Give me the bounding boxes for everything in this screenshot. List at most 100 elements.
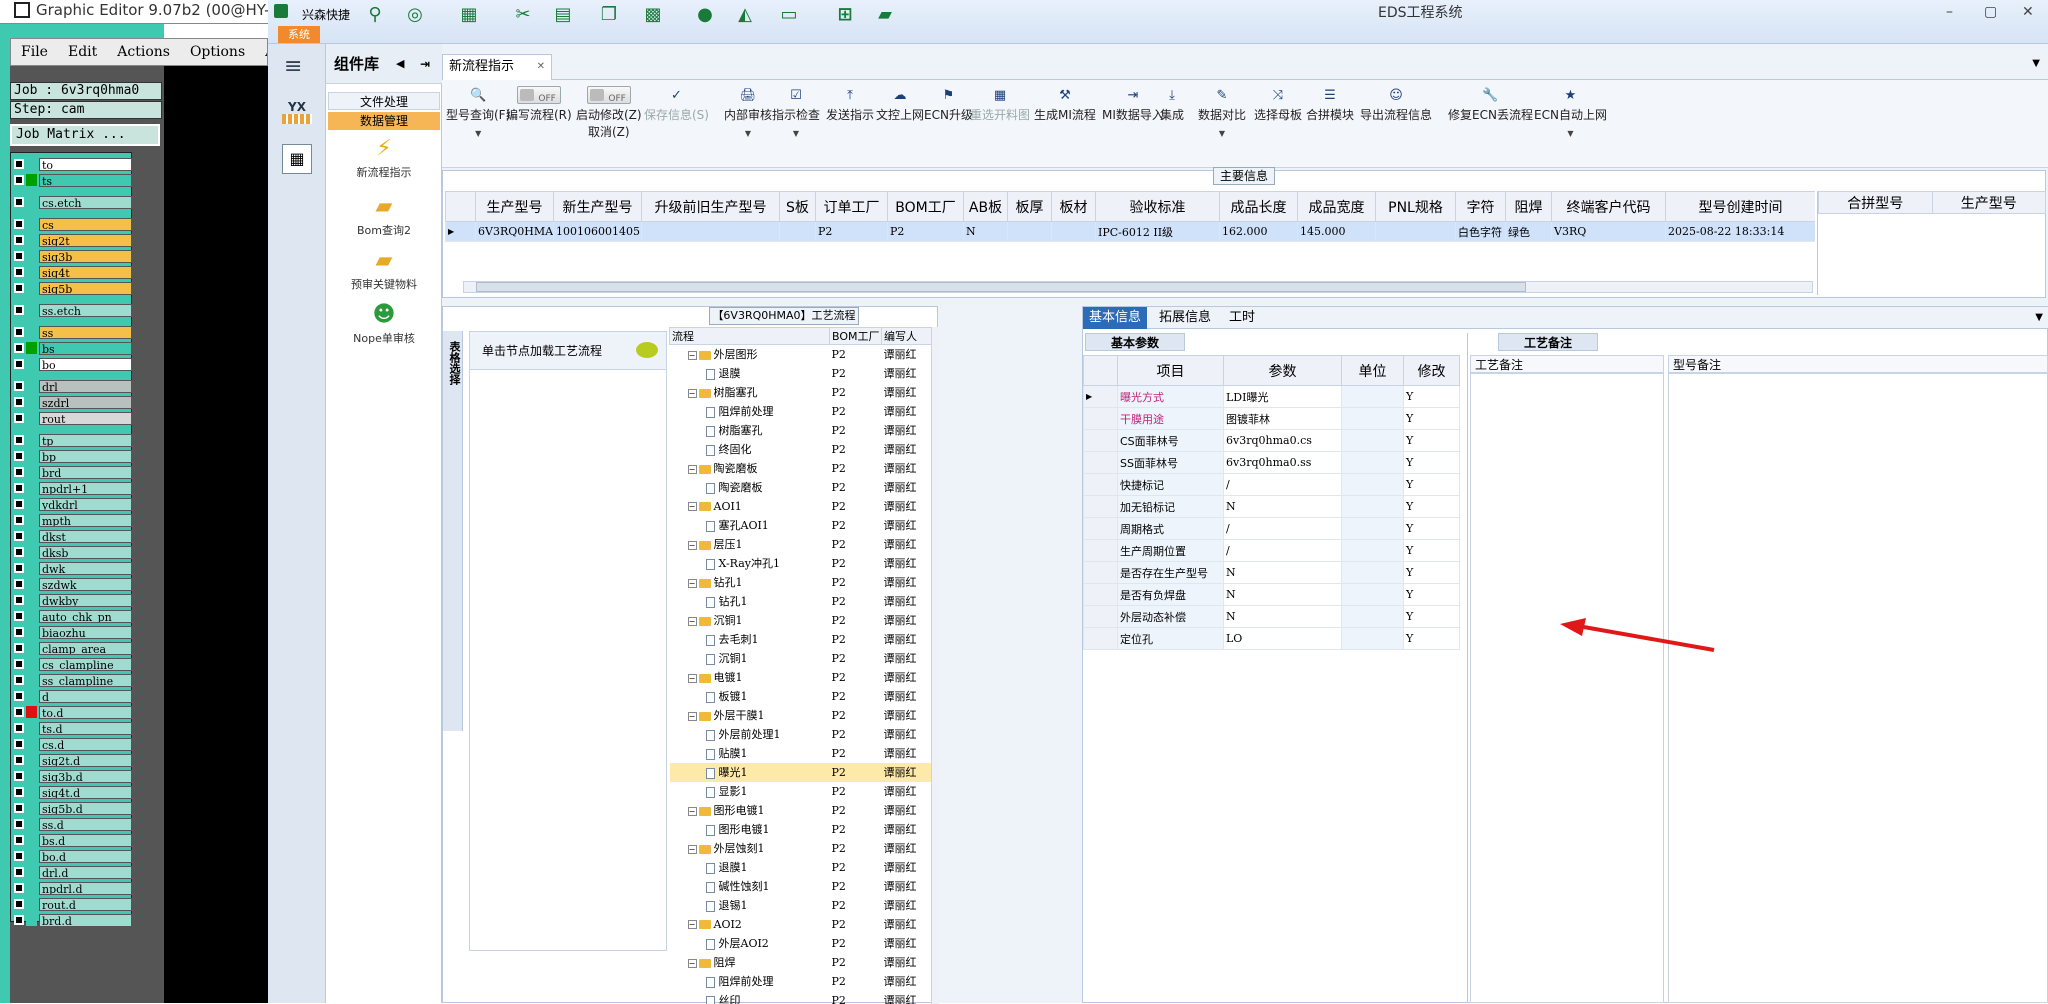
flow-column-header[interactable]: 编写人 — [882, 328, 932, 345]
ribbon-button-12[interactable]: ⤓集成 — [1160, 86, 1184, 168]
collapse-icon[interactable]: − — [688, 920, 697, 929]
ribbon-button-1[interactable]: OFF编写流程(R) — [506, 86, 572, 168]
layer-checkbox[interactable] — [14, 595, 24, 605]
param-unit[interactable] — [1342, 474, 1404, 496]
layer-row[interactable]: drl — [14, 379, 132, 393]
flow-node[interactable]: 曝光1 — [670, 763, 830, 782]
layer-row[interactable]: npdrl.d — [14, 881, 132, 895]
layer-checkbox[interactable] — [14, 159, 24, 169]
ribbon-button-10[interactable]: ⚒生成MI流程 — [1034, 86, 1096, 168]
ribbon-button-14[interactable]: ⤨选择母板 — [1254, 86, 1302, 168]
layer-checkbox[interactable] — [14, 867, 24, 877]
flow-row[interactable]: 外层前处理1P2谭丽红谭丽红已 — [670, 725, 932, 744]
flow-row[interactable]: 阻焊前处理P2谭丽红谭丽红已 — [670, 972, 932, 991]
system-tab[interactable]: 系统 — [278, 26, 320, 43]
param-row[interactable]: 加无铅标记NY — [1084, 496, 1460, 518]
collapse-icon[interactable]: − — [688, 351, 697, 360]
layer-checkbox[interactable] — [14, 267, 24, 277]
layer-checkbox[interactable] — [14, 327, 24, 337]
data-management-button[interactable]: 数据管理 — [328, 112, 440, 130]
param-column-header[interactable]: 单位 — [1342, 356, 1404, 386]
layer-checkbox[interactable] — [14, 883, 24, 893]
layer-row[interactable]: ss_clampline — [14, 673, 132, 687]
ribbon-button-18[interactable]: ★ECN自动上网▼ — [1534, 86, 1607, 168]
flow-row[interactable]: −阻焊P2谭丽红谭丽红已 — [670, 953, 932, 972]
ribbon-button-8[interactable]: ⚑ECN升级 — [924, 86, 973, 168]
main-info-header[interactable]: 升级前旧生产型号 — [642, 192, 780, 222]
layer-checkbox[interactable] — [14, 483, 24, 493]
layer-row[interactable]: brd.d — [14, 913, 132, 927]
layer-row[interactable]: sig4t.d — [14, 785, 132, 799]
layer-row[interactable]: sig4t — [14, 265, 132, 279]
ribbon-button-3[interactable]: ✓保存信息(S) — [644, 86, 709, 168]
ge-menu-options[interactable]: Options — [180, 44, 255, 60]
flow-row[interactable]: 钻孔1P2谭丽红谭丽红已 — [670, 592, 932, 611]
layer-checkbox[interactable] — [14, 175, 24, 185]
dropdown-arrow-icon[interactable]: ▼ — [446, 129, 510, 138]
chart-icon[interactable]: ◭ — [734, 4, 756, 26]
param-row[interactable]: 生产周期位置/Y — [1084, 540, 1460, 562]
layer-checkbox[interactable] — [14, 643, 24, 653]
ge-canvas[interactable] — [164, 66, 268, 1003]
table-icon[interactable]: ▦ — [458, 4, 480, 26]
ribbon-button-13[interactable]: ✎数据对比▼ — [1198, 86, 1246, 168]
param-value[interactable]: N — [1224, 584, 1342, 606]
ge-menu-edit[interactable]: Edit — [58, 44, 107, 60]
main-info-header[interactable]: 型号创建时间 — [1666, 192, 1816, 222]
ribbon-button-4[interactable]: 🖨内部审核▼ — [724, 86, 772, 168]
param-row[interactable]: 外层动态补偿NY — [1084, 606, 1460, 628]
layer-checkbox[interactable] — [14, 235, 24, 245]
ribbon-button-6[interactable]: ⤒发送指示 — [826, 86, 874, 168]
flow-node[interactable]: −外层干膜1 — [670, 706, 830, 725]
hamburger-icon[interactable]: ≡ — [284, 58, 310, 76]
main-info-cell[interactable]: P2 — [816, 222, 888, 242]
layer-row[interactable]: to.d — [14, 705, 132, 719]
param-row[interactable]: SS面菲林号6v3rq0hma0.ssY — [1084, 452, 1460, 474]
film-icon[interactable]: ▤ — [552, 4, 574, 26]
maximize-icon[interactable]: ▢ — [1984, 4, 1997, 20]
flow-node[interactable]: −图形电镀1 — [670, 801, 830, 820]
main-info-header[interactable]: 新生产型号 — [554, 192, 642, 222]
layer-row[interactable]: dkst — [14, 529, 132, 543]
main-info-header[interactable]: 订单工厂 — [816, 192, 888, 222]
layer-checkbox[interactable] — [14, 755, 24, 765]
layer-checkbox[interactable] — [14, 771, 24, 781]
layer-row[interactable]: rout.d — [14, 897, 132, 911]
layer-checkbox[interactable] — [14, 819, 24, 829]
complib-item-bom[interactable]: ▰Bom查询2 — [326, 194, 442, 238]
tree-scrollbar[interactable] — [931, 327, 939, 1004]
param-row[interactable]: 定位孔LOY — [1084, 628, 1460, 650]
ribbon-button-2[interactable]: OFF启动修改(Z)取消(Z) — [576, 86, 642, 168]
dropdown-arrow-icon[interactable]: ▼ — [1198, 129, 1246, 138]
param-value[interactable]: LO — [1224, 628, 1342, 650]
ribbon-button-17[interactable]: 🔧修复ECN丢流程 — [1448, 86, 1533, 168]
flow-row[interactable]: 退膜P2谭丽红谭丽红已 — [670, 364, 932, 383]
flow-node[interactable]: −AOI1 — [670, 497, 830, 516]
flow-row[interactable]: 退锡1P2谭丽红谭丽红已 — [670, 896, 932, 915]
flow-node[interactable]: 丝印 — [670, 991, 830, 1004]
flow-column-header[interactable]: BOM工厂 — [830, 328, 882, 345]
layer-checkbox[interactable] — [14, 515, 24, 525]
flow-node[interactable]: 退锡1 — [670, 896, 830, 915]
ribbon-button-15[interactable]: ☰合拼模块 — [1306, 86, 1354, 168]
flow-node[interactable]: 贴膜1 — [670, 744, 830, 763]
param-row[interactable]: CS面菲林号6v3rq0hma0.csY — [1084, 430, 1460, 452]
flow-row[interactable]: 曝光1P2谭丽红谭丽红已 — [670, 763, 932, 782]
flow-row[interactable]: −沉铜1P2谭丽红谭丽红已 — [670, 611, 932, 630]
flow-row[interactable]: −图形电镀1P2谭丽红谭丽红已 — [670, 801, 932, 820]
ribbon-button-9[interactable]: ▦重选开料图 — [970, 86, 1030, 168]
vertical-tab[interactable]: 表格选择 — [443, 331, 463, 731]
basic-params-tab[interactable]: 基本参数 — [1085, 333, 1185, 351]
collapse-icon[interactable]: − — [688, 465, 697, 474]
param-value[interactable]: 6v3rq0hma0.cs — [1224, 430, 1342, 452]
tab-new-flow[interactable]: 新流程指示✕ — [442, 54, 552, 80]
flow-row[interactable]: −AOI1P2谭丽红谭丽红已 — [670, 497, 932, 516]
layer-checkbox[interactable] — [14, 343, 24, 353]
file-processing-button[interactable]: 文件处理 — [328, 92, 440, 110]
param-unit[interactable] — [1342, 628, 1404, 650]
off-toggle[interactable]: OFF — [587, 86, 631, 104]
ge-menu-actions[interactable]: Actions — [107, 44, 180, 60]
main-info-header[interactable]: 字符 — [1456, 192, 1506, 222]
main-info-cell[interactable]: N — [964, 222, 1008, 242]
flow-row[interactable]: 去毛刺1P2谭丽红谭丽红已 — [670, 630, 932, 649]
